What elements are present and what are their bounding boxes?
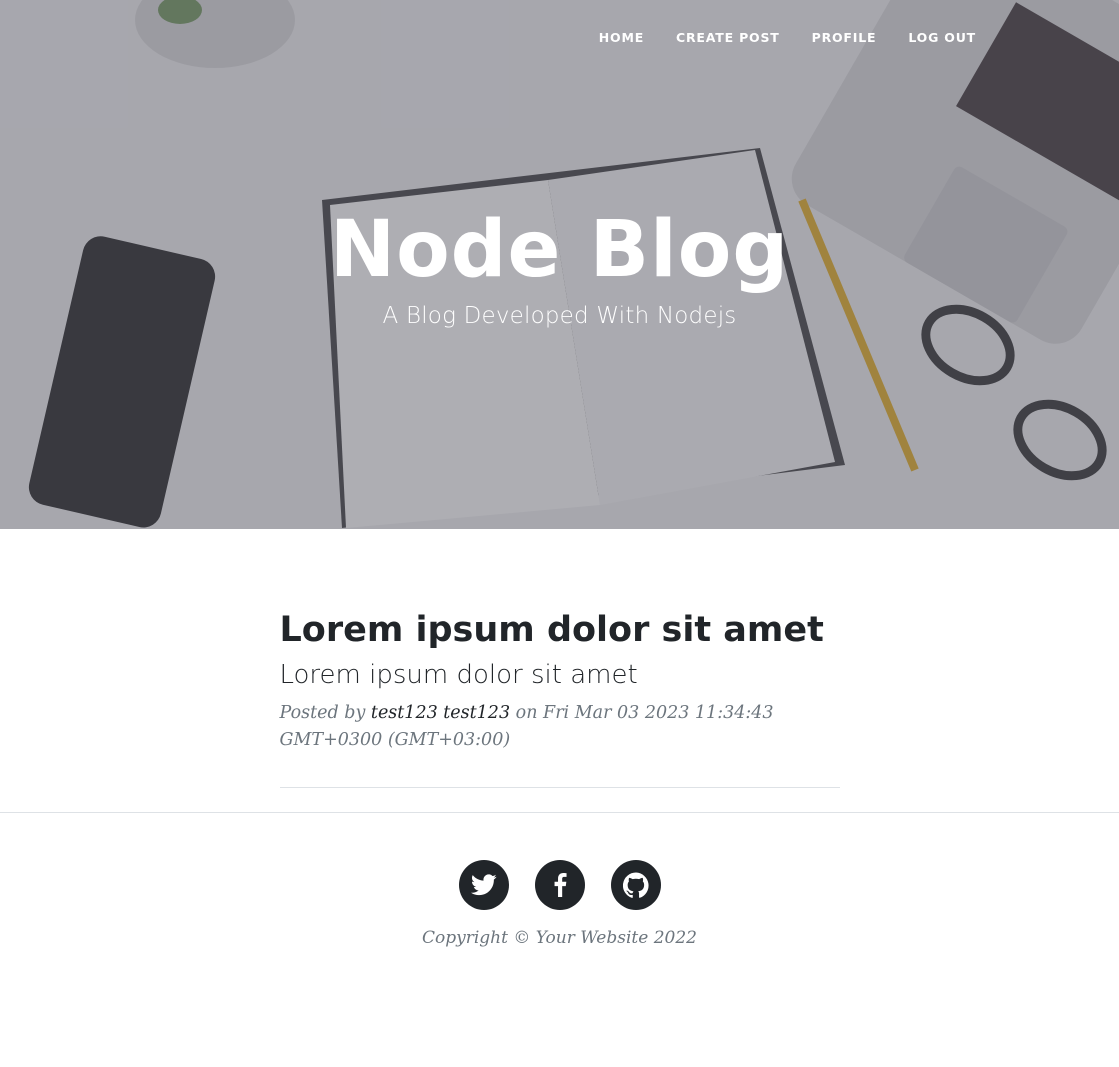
nav-create-post-link[interactable]: CREATE POST (676, 30, 780, 45)
twitter-icon (470, 874, 497, 896)
twitter-link[interactable] (458, 860, 509, 910)
post-meta-on: on (515, 703, 538, 723)
post-preview[interactable]: Lorem ipsum dolor sit amet Lorem ipsum d… (280, 529, 840, 754)
post-meta: Posted by test123 test123 on Fri Mar 03 … (280, 700, 840, 754)
site-heading: Node Blog A Blog Developed With Nodejs (0, 200, 1119, 329)
post-author: test123 test123 (370, 703, 511, 723)
footer: Copyright © Your Website 2022 (0, 812, 1119, 948)
post-subtitle[interactable]: Lorem ipsum dolor sit amet (280, 659, 840, 691)
post-title[interactable]: Lorem ipsum dolor sit amet (280, 609, 840, 651)
main-nav: HOME CREATE POST PROFILE LOG OUT (599, 30, 976, 45)
copyright-text: Copyright © Your Website 2022 (422, 928, 697, 948)
site-subtitle: A Blog Developed With Nodejs (382, 303, 737, 329)
social-links (0, 860, 1119, 910)
site-title: Node Blog (329, 205, 790, 295)
masthead: HOME CREATE POST PROFILE LOG OUT Node Bl… (0, 0, 1119, 529)
facebook-icon (554, 873, 567, 897)
nav-home-link[interactable]: HOME (599, 30, 644, 45)
post-divider (279, 787, 840, 788)
post-content: Lorem ipsum dolor sit amet Lorem ipsum d… (0, 529, 1119, 788)
nav-logout-link[interactable]: LOG OUT (908, 30, 976, 45)
post-meta-prefix: Posted by (279, 703, 366, 723)
github-link[interactable] (610, 860, 661, 910)
nav-profile-link[interactable]: PROFILE (812, 30, 877, 45)
facebook-link[interactable] (534, 860, 585, 910)
footer-divider (0, 812, 1119, 813)
github-icon (622, 872, 649, 898)
